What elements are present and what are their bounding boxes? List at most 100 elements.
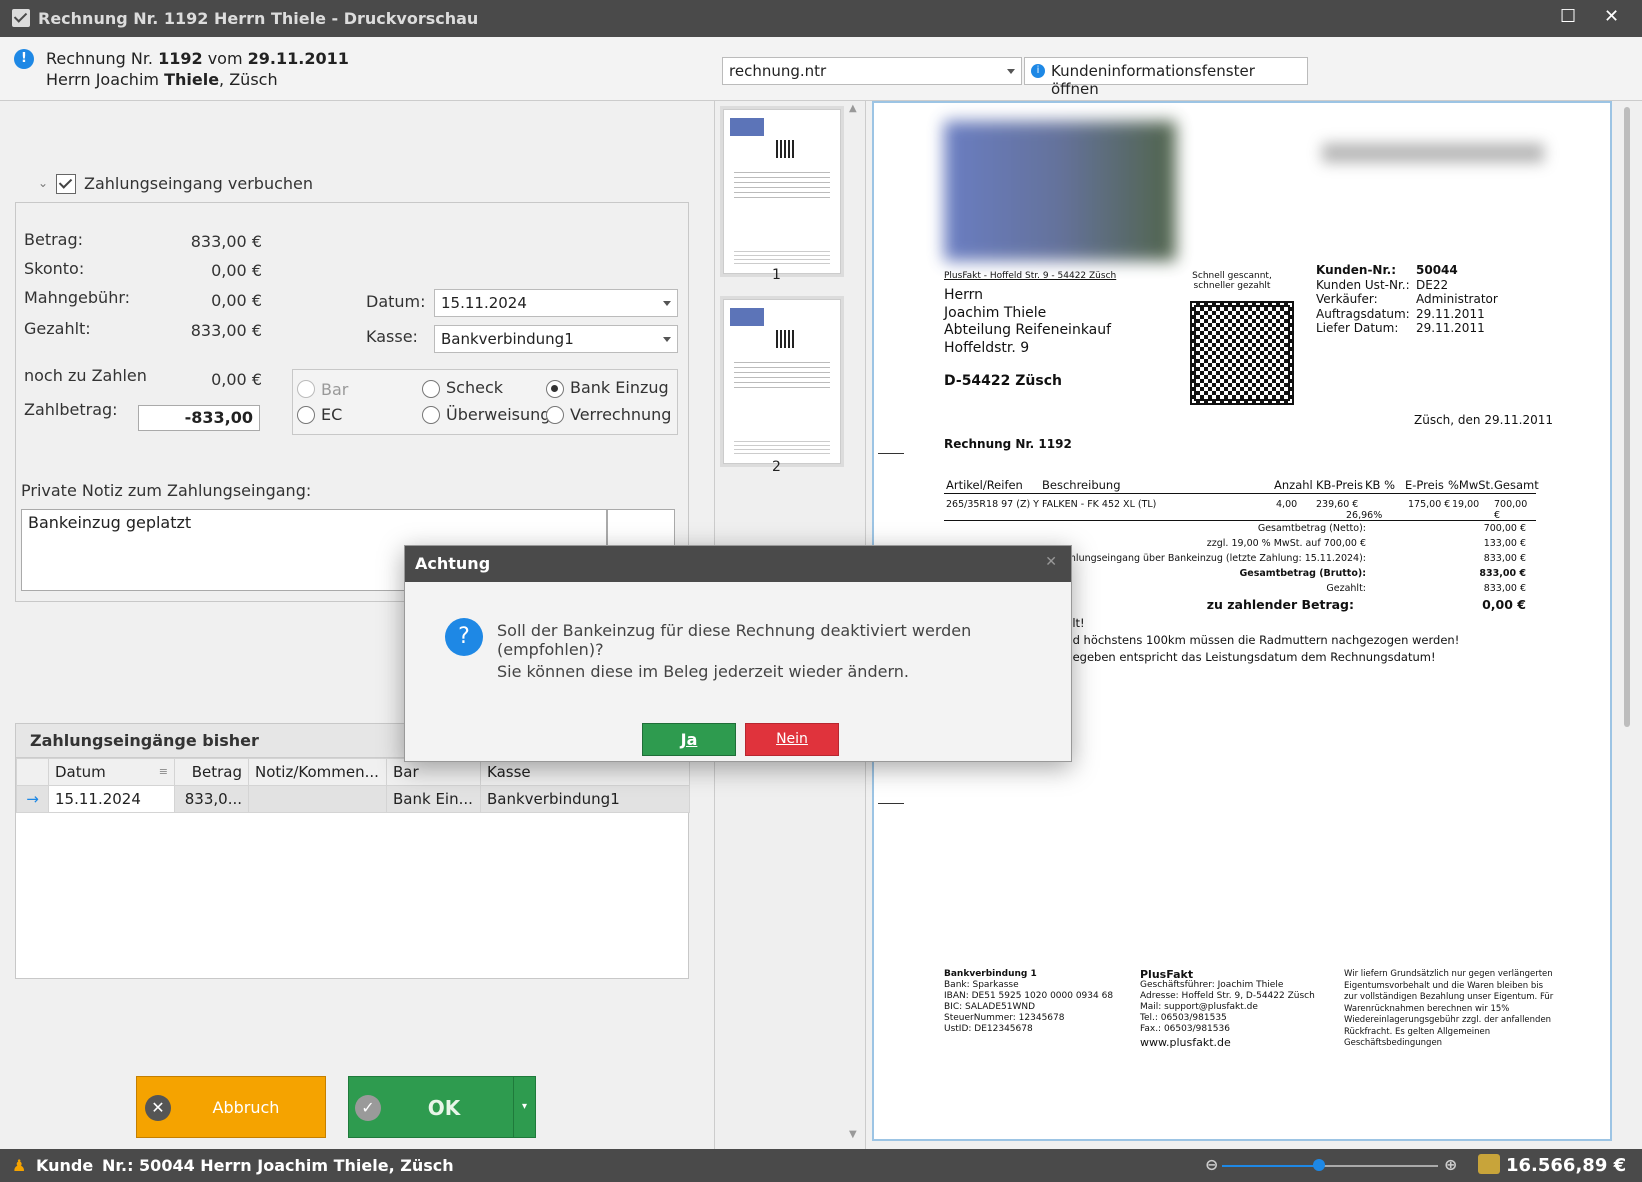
status-bar: ♟ Kunde Nr.: 50044 Herrn Joachim Thiele,… [0, 1149, 1642, 1182]
datum-label: Datum: [366, 292, 426, 311]
zahlbetrag-input[interactable]: -833,00 [138, 405, 260, 431]
skonto-value: 0,00 € [211, 261, 262, 280]
bank-einzug-radio[interactable] [546, 380, 564, 398]
yes-button[interactable]: Ja [642, 723, 736, 756]
skonto-label: Skonto: [24, 259, 85, 278]
zoom-thumb[interactable] [1313, 1159, 1326, 1171]
ok-label: OK [427, 1096, 461, 1120]
logo-thumb [730, 308, 764, 326]
template-select[interactable]: rechnung.ntr [722, 57, 1022, 85]
app-check-icon [12, 9, 30, 27]
no-button[interactable]: Nein [745, 723, 839, 756]
dialog-question: Soll der Bankeinzug für diese Rechnung d… [497, 621, 972, 659]
scrollbar-thumb[interactable] [1624, 107, 1630, 727]
page-number-2: 2 [772, 459, 781, 475]
item-row: 265/35R18 97 (Z) Y FALKEN - FK 452 XL (T… [944, 499, 1536, 521]
qr-note: Schnell gescannt, schneller gezahlt [1192, 271, 1272, 291]
info-icon: ! [14, 49, 34, 69]
collapse-chevron-icon[interactable]: ⌄ [38, 176, 48, 190]
mahn-label: Mahngebühr: [24, 288, 131, 307]
page-thumbnail-2[interactable] [723, 299, 841, 464]
cell-bar[interactable]: Bank Ein... [386, 785, 481, 813]
dialog-close-icon[interactable]: ✕ [1045, 554, 1057, 570]
ec-radio[interactable] [297, 406, 315, 424]
mahn-value: 0,00 € [211, 291, 262, 310]
company-logo [944, 121, 1176, 261]
payment-checkbox[interactable] [56, 174, 76, 194]
footer-terms: Wir liefern Grundsätzlich nur gegen verl… [1344, 969, 1554, 1048]
abbruch-button[interactable]: ✕ Abbruch [136, 1076, 326, 1138]
zoom-out-icon[interactable]: ⊖ [1205, 1155, 1218, 1174]
chevron-down-icon [1007, 69, 1015, 74]
status-label: Kunde [36, 1156, 94, 1175]
zoom-slider[interactable] [1222, 1159, 1438, 1171]
template-value: rechnung.ntr [729, 62, 827, 80]
item-table-header: Artikel/Reifen Beschreibung Anzahl KB-Pr… [944, 478, 1539, 494]
footer-company: PlusFakt Geschäftsführer: Joachim Thiele A… [1140, 968, 1315, 1049]
table-row[interactable]: → 15.11.2024 833,0... Bank Ein... Bankve… [16, 785, 690, 813]
scroll-up-icon[interactable]: ▲ [849, 103, 857, 114]
col-datum[interactable]: Datum ≡ [48, 758, 175, 786]
footer-thumb [734, 250, 830, 264]
gezahlt-value: 833,00 € [190, 321, 262, 340]
chevron-down-icon [663, 301, 671, 306]
dialog-title: Achtung [415, 554, 491, 573]
col-betrag[interactable]: Betrag [174, 758, 249, 786]
fold-mark [878, 803, 904, 804]
ok-button[interactable]: ✓ OK ▾ [348, 1076, 536, 1138]
fold-mark [878, 453, 904, 454]
betrag-value: 833,00 € [190, 232, 262, 251]
customer-icon: ♟ [12, 1156, 27, 1175]
customer-info-button[interactable]: i Kundeninformationsfenster öffnen [1024, 57, 1308, 98]
question-icon: ? [445, 618, 483, 656]
status-customer: Nr.: 50044 Herrn Joachim Thiele, Züsch [102, 1156, 454, 1175]
verrechnung-radio[interactable] [546, 406, 564, 424]
bar-radio[interactable] [297, 380, 315, 398]
qr-thumb [776, 140, 794, 158]
info-icon: i [1031, 64, 1045, 78]
cell-datum[interactable]: 15.11.2024 [48, 785, 175, 813]
scheck-label: Scheck [446, 378, 503, 397]
datum-value: 15.11.2024 [441, 294, 527, 312]
dialog-info: Sie können diese im Beleg jederzeit wied… [497, 662, 909, 681]
kasse-select[interactable]: Bankverbindung1 [434, 325, 678, 353]
cell-kasse[interactable]: Bankverbindung1 [480, 785, 690, 813]
customer-meta-labels: Kunden-Nr.: Kunden Ust-Nr.: Verkäufer: Auft… [1316, 263, 1410, 335]
lines-thumb [734, 168, 830, 198]
col-kasse[interactable]: Kasse [480, 758, 690, 786]
lines-thumb [734, 358, 830, 388]
preview-scrollbar[interactable] [1612, 101, 1642, 1149]
qr-code [1190, 301, 1294, 405]
bar-label: Bar [321, 380, 349, 399]
zahlbetrag-label: Zahlbetrag: [24, 400, 118, 419]
history-header-row: Datum ≡ Betrag Notiz/Kommen... Bar Kasse [16, 758, 690, 786]
verrechnung-label: Verrechnung [570, 405, 672, 424]
history-table: Datum ≡ Betrag Notiz/Kommen... Bar Kasse … [16, 758, 690, 813]
customer-summary-line: Herrn Joachim Thiele, Züsch [46, 70, 278, 89]
noch-label: noch zu Zahlen [24, 366, 147, 385]
col-notiz[interactable]: Notiz/Kommen... [248, 758, 387, 786]
datum-picker[interactable]: 15.11.2024 [434, 289, 678, 317]
kasse-label: Kasse: [366, 327, 418, 346]
invoice-title: Rechnung Nr. 1192 [944, 437, 1072, 451]
close-button[interactable]: ✕ [1604, 6, 1619, 27]
scroll-down-icon[interactable]: ▼ [849, 1129, 857, 1140]
customer-meta-values: 50044 DE22 Administrator 29.11.2011 29.11.20… [1416, 263, 1498, 335]
col-bar[interactable]: Bar [386, 758, 481, 786]
totals-values: 700,00 €133,00 €833,00 €833,00 €833,00 € [1479, 523, 1526, 594]
ueberweisung-radio[interactable] [422, 406, 440, 424]
invoice-header: ! Rechnung Nr. 1192 vom 29.11.2011 Herrn… [0, 37, 1642, 101]
cell-notiz[interactable] [248, 785, 387, 813]
cell-betrag[interactable]: 833,0... [174, 785, 249, 813]
notes-text: halt!und höchstens 100km müssen die Radm… [1058, 616, 1460, 664]
filter-icon[interactable]: ≡ [159, 765, 168, 778]
zoom-in-icon[interactable]: ⊕ [1444, 1155, 1457, 1174]
page-thumbnail-1[interactable] [723, 109, 841, 274]
note-label: Private Notiz zum Zahlungseingang: [21, 481, 312, 500]
qr-thumb [776, 330, 794, 348]
ok-dropdown-icon[interactable]: ▾ [513, 1077, 535, 1137]
scheck-radio[interactable] [422, 380, 440, 398]
maximize-button[interactable]: ☐ [1560, 6, 1576, 27]
noch-value: 0,00 € [211, 370, 262, 389]
logo-thumb [730, 118, 764, 136]
